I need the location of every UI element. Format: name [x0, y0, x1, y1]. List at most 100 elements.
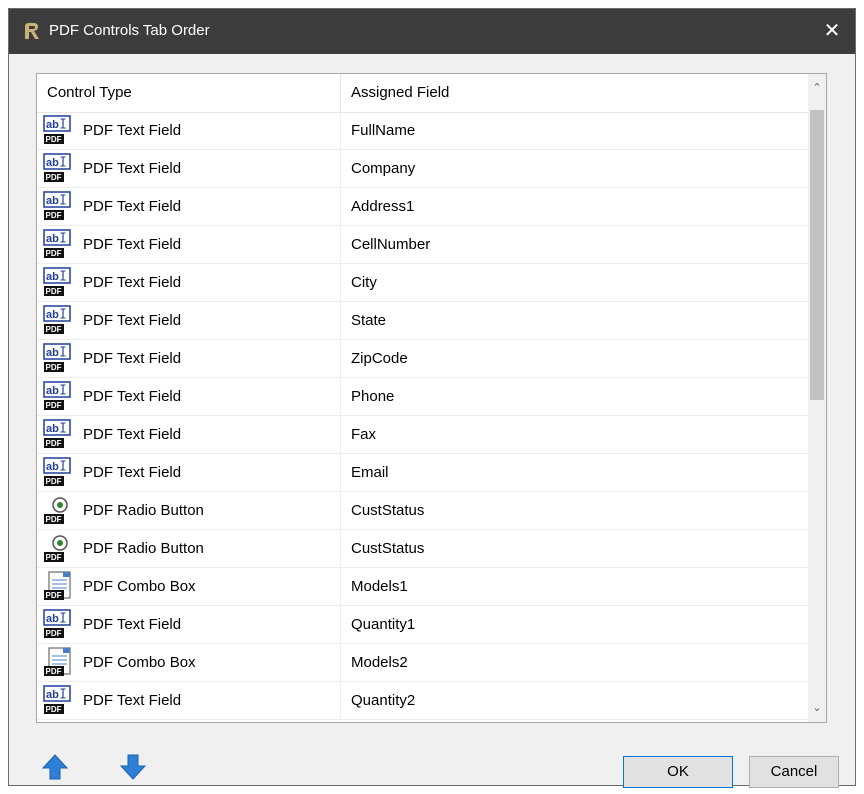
- pdf-text-field-icon: ab PDF: [43, 457, 71, 486]
- control-type-cell: ab PDF PDF Text Field: [37, 378, 341, 415]
- cancel-button[interactable]: Cancel: [749, 756, 839, 788]
- assigned-field-cell: Address1: [351, 198, 415, 215]
- control-type-label: PDF Text Field: [83, 616, 182, 633]
- control-type-cell: ab PDF PDF Text Field: [37, 188, 341, 225]
- control-type-label: PDF Text Field: [83, 236, 182, 253]
- assigned-field-cell: CellNumber: [351, 236, 431, 253]
- close-button[interactable]: ✕: [809, 9, 855, 54]
- assigned-field-cell: ZipCode: [351, 350, 408, 367]
- move-up-arrow-icon[interactable]: [41, 753, 69, 781]
- control-type-label: PDF Radio Button: [83, 540, 204, 557]
- table-row[interactable]: ab PDF PDF Text Field Fax: [37, 416, 809, 454]
- icon-text-label: ab: [46, 195, 59, 207]
- pdf-text-field-icon: ab PDF: [43, 609, 71, 638]
- icon-pdf-label: PDF: [46, 477, 62, 486]
- assigned-field-cell: City: [351, 274, 377, 291]
- icon-text-label: ab: [46, 309, 59, 321]
- scroll-down-button[interactable]: ⌄: [808, 698, 826, 718]
- move-down-arrow-icon[interactable]: [119, 753, 147, 781]
- icon-pdf-label: PDF: [46, 249, 62, 258]
- control-type-cell: PDF PDF Combo Box: [37, 568, 341, 605]
- control-type-cell: PDF PDF Radio Button: [37, 492, 341, 529]
- icon-text-label: ab: [46, 233, 59, 245]
- icon-text-label: ab: [46, 157, 59, 169]
- pdf-text-field-icon: ab PDF: [43, 115, 71, 144]
- assigned-field-cell: Quantity2: [351, 692, 416, 709]
- icon-text-label: ab: [46, 689, 59, 701]
- table-row[interactable]: PDF PDF Combo Box Models1: [37, 568, 809, 606]
- control-type-cell: PDF PDF Radio Button: [37, 530, 341, 567]
- control-type-cell: ab PDF PDF Text Field: [37, 302, 341, 339]
- table-row[interactable]: ab PDF PDF Text Field FullName: [37, 112, 809, 150]
- icon-text-label: ab: [46, 461, 59, 473]
- control-type-cell: ab PDF PDF Text Field: [37, 606, 341, 643]
- control-type-label: PDF Combo Box: [83, 654, 196, 671]
- pdf-text-field-icon: ab PDF: [43, 381, 71, 410]
- icon-pdf-label: PDF: [46, 211, 62, 220]
- table-row[interactable]: ab PDF PDF Text Field City: [37, 264, 809, 302]
- control-type-cell: ab PDF PDF Text Field: [37, 416, 341, 453]
- table-row[interactable]: ab PDF PDF Text Field CellNumber: [37, 226, 809, 264]
- icon-text-label: ab: [46, 119, 59, 131]
- control-type-label: PDF Text Field: [83, 160, 182, 177]
- icon-pdf-label: PDF: [46, 363, 62, 372]
- window-title: PDF Controls Tab Order: [49, 22, 210, 39]
- table-row[interactable]: ab PDF PDF Text Field ZipCode: [37, 340, 809, 378]
- assigned-field-cell: Fax: [351, 426, 377, 443]
- table-row[interactable]: ab PDF PDF Text Field State: [37, 302, 809, 340]
- table-row[interactable]: ab PDF PDF Text Field Email: [37, 454, 809, 492]
- icon-pdf-label: PDF: [46, 591, 62, 600]
- assigned-field-cell: Phone: [351, 388, 395, 405]
- pdf-text-field-icon: ab PDF: [43, 305, 71, 334]
- control-type-label: PDF Text Field: [83, 464, 182, 481]
- dialog-window: PDF Controls Tab Order ✕ Control Type As…: [8, 8, 856, 788]
- table-row[interactable]: ab PDF PDF Text Field Quantity2: [37, 682, 809, 720]
- assigned-field-cell: Quantity1: [351, 616, 416, 633]
- icon-pdf-label: PDF: [46, 173, 62, 182]
- control-type-label: PDF Text Field: [83, 350, 182, 367]
- table-row[interactable]: PDF PDF Radio Button CustStatus: [37, 492, 809, 530]
- title-bar: PDF Controls Tab Order ✕: [9, 9, 855, 54]
- scrollbar-thumb[interactable]: [810, 110, 824, 400]
- table-row[interactable]: PDF PDF Combo Box Models2: [37, 644, 809, 682]
- table-row[interactable]: ab PDF PDF Text Field Phone: [37, 378, 809, 416]
- icon-pdf-label: PDF: [46, 325, 62, 334]
- pdf-text-field-icon: ab PDF: [43, 343, 71, 372]
- icon-pdf-label: PDF: [46, 287, 62, 296]
- table-row[interactable]: ab PDF PDF Text Field Company: [37, 150, 809, 188]
- icon-text-label: ab: [46, 347, 59, 359]
- control-type-cell: ab PDF PDF Text Field: [37, 226, 341, 263]
- pdf-combo-box-icon: PDF: [44, 647, 71, 676]
- control-type-cell: PDF PDF Combo Box: [37, 644, 341, 681]
- control-type-label: PDF Text Field: [83, 426, 182, 443]
- ok-button[interactable]: OK: [623, 756, 733, 788]
- pdf-radio-button-icon: PDF: [44, 497, 68, 524]
- icon-pdf-label: PDF: [46, 705, 62, 714]
- assigned-field-cell: Company: [351, 160, 416, 177]
- control-type-cell: ab PDF PDF Text Field: [37, 454, 341, 491]
- control-type-label: PDF Text Field: [83, 122, 182, 139]
- icon-pdf-label: PDF: [46, 515, 62, 524]
- pdf-text-field-icon: ab PDF: [43, 229, 71, 258]
- scroll-up-button[interactable]: ⌃: [808, 78, 826, 98]
- column-header-assigned-field[interactable]: Assigned Field: [341, 74, 809, 112]
- list-header: Control Type Assigned Field: [37, 74, 809, 113]
- control-type-cell: ab PDF PDF Text Field: [37, 264, 341, 301]
- assigned-field-cell: Email: [351, 464, 389, 481]
- control-type-label: PDF Text Field: [83, 198, 182, 215]
- control-type-label: PDF Text Field: [83, 388, 182, 405]
- icon-pdf-label: PDF: [46, 667, 62, 676]
- assigned-field-cell: Models1: [351, 578, 408, 595]
- icon-text-label: ab: [46, 271, 59, 283]
- table-row[interactable]: ab PDF PDF Text Field Address1: [37, 188, 809, 226]
- table-row[interactable]: PDF PDF Radio Button CustStatus: [37, 530, 809, 568]
- icon-pdf-label: PDF: [46, 553, 62, 562]
- icon-pdf-label: PDF: [46, 629, 62, 638]
- table-row[interactable]: ab PDF PDF Text Field Quantity1: [37, 606, 809, 644]
- column-header-control-type[interactable]: Control Type: [37, 74, 341, 112]
- vertical-scrollbar[interactable]: ⌃ ⌄: [808, 74, 826, 722]
- list-rows: ab PDF PDF Text Field FullName ab PDF PDF Text…: [37, 112, 809, 720]
- control-type-cell: ab PDF PDF Text Field: [37, 112, 341, 149]
- control-type-label: PDF Combo Box: [83, 578, 196, 595]
- tab-order-list[interactable]: Control Type Assigned Field ab PDF PDF Tex…: [36, 73, 827, 723]
